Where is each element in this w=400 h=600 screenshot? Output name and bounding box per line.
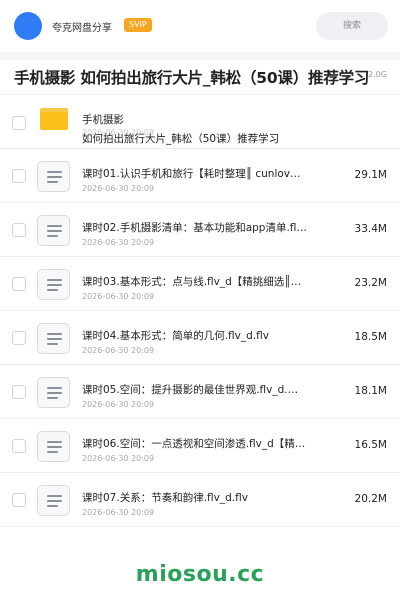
file-name: 课时03.基本形式：点与线.flv_d【精挑细选║… <box>82 276 302 288</box>
file-date: 2026-06-30 20:09 <box>82 292 155 301</box>
file-size: 23.2M <box>354 277 387 289</box>
document-icon <box>37 161 70 192</box>
file-name: 课时05.空间：提升摄影的最佳世界观.flv_d.… <box>82 384 299 396</box>
total-size: 2.0G <box>368 70 387 79</box>
file-date: 2026-06-30 20:09 <box>82 454 155 463</box>
row-checkbox[interactable] <box>12 385 26 399</box>
folder-name: 手机摄影 <box>82 114 124 126</box>
file-name: 课时02.手机摄影清单：基本功能和app清单.fl… <box>82 222 307 234</box>
file-row[interactable]: 课时06.空间：一点透视和空间渗透.flv_d【精… 2026-06-30 20… <box>0 419 400 473</box>
section-gap <box>0 52 400 60</box>
row-checkbox[interactable] <box>12 223 26 237</box>
row-checkbox[interactable] <box>12 277 26 291</box>
file-row[interactable]: 课时05.空间：提升摄影的最佳世界观.flv_d.… 2026-06-30 20… <box>0 365 400 419</box>
file-date: 2026-06-30 20:09 <box>82 508 155 517</box>
row-checkbox[interactable] <box>12 116 26 130</box>
file-row[interactable]: 课时02.手机摄影清单：基本功能和app清单.fl… 2026-06-30 20… <box>0 203 400 257</box>
file-size: 18.5M <box>354 331 387 343</box>
row-checkbox[interactable] <box>12 493 26 507</box>
document-icon <box>37 377 70 408</box>
file-date: 2026-06-30 20:09 <box>82 184 155 193</box>
file-size: 16.5M <box>354 439 387 451</box>
file-date: 2026-06-30 20:09 <box>82 238 155 247</box>
title-bar: 手机摄影 如何拍出旅行大片_韩松（50课）推荐学习 2.0G <box>0 60 400 94</box>
search-button[interactable]: 搜索 <box>316 12 388 40</box>
document-icon <box>37 269 70 300</box>
file-date: 2026-06-30 20:09 <box>82 346 155 355</box>
file-row[interactable]: 课时01.认识手机和旅行【耗时整理║ cunlov… 2026-06-30 20… <box>0 149 400 203</box>
file-row[interactable]: 课时04.基本形式：简单的几何.flv_d.flv 2026-06-30 20:… <box>0 311 400 365</box>
file-name: 课时07.关系：节奏和韵律.flv_d.flv <box>82 492 248 504</box>
file-name: 课时01.认识手机和旅行【耗时整理║ cunlov… <box>82 168 301 180</box>
file-name: 课时04.基本形式：简单的几何.flv_d.flv <box>82 330 269 342</box>
page-title: 手机摄影 如何拍出旅行大片_韩松（50课）推荐学习 <box>14 69 370 87</box>
file-size: 33.4M <box>354 223 387 235</box>
document-icon <box>37 215 70 246</box>
folder-row[interactable]: 手机摄影 2026-06-30 20:09 如何拍出旅行大片_韩松（50课）推荐… <box>0 95 400 149</box>
svip-badge: SVIP <box>124 18 152 32</box>
file-date: 2026-06-30 20:09 <box>82 400 155 409</box>
row-checkbox[interactable] <box>12 439 26 453</box>
document-icon <box>37 323 70 354</box>
folder-icon <box>40 108 68 130</box>
file-size: 18.1M <box>354 385 387 397</box>
file-row[interactable]: 课时03.基本形式：点与线.flv_d【精挑细选║… 2026-06-30 20… <box>0 257 400 311</box>
divider <box>0 526 400 527</box>
avatar[interactable] <box>14 12 42 40</box>
row-checkbox[interactable] <box>12 169 26 183</box>
folder-subtitle: 如何拍出旅行大片_韩松（50课）推荐学习 <box>82 133 280 145</box>
document-icon <box>37 485 70 516</box>
document-icon <box>37 431 70 462</box>
share-header: 夸克网盘分享 SVIP 搜索 <box>0 0 400 52</box>
file-row[interactable]: 课时07.关系：节奏和韵律.flv_d.flv 2026-06-30 20:09… <box>0 473 400 527</box>
watermark: miosou.cc <box>135 562 265 587</box>
file-name: 课时06.空间：一点透视和空间渗透.flv_d【精… <box>82 438 306 450</box>
file-size: 29.1M <box>354 169 387 181</box>
row-checkbox[interactable] <box>12 331 26 345</box>
file-size: 20.2M <box>354 493 387 505</box>
share-name: 夸克网盘分享 <box>52 23 112 34</box>
